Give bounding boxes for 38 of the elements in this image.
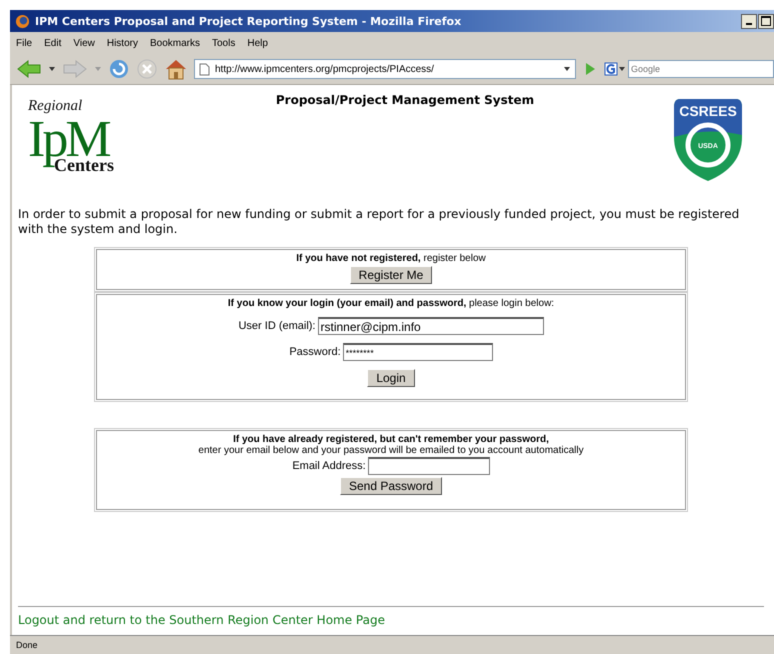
register-button[interactable]: Register Me — [350, 266, 432, 284]
home-icon[interactable] — [164, 58, 188, 80]
menu-item[interactable]: File — [16, 38, 32, 48]
status-text: Done — [16, 640, 38, 650]
dropdown-caret-icon[interactable] — [563, 66, 571, 72]
email-field[interactable]: rstinner@cipm.info — [318, 317, 544, 335]
intro-paragraph: In order to submit a proposal for new funding or submit a report for a previously funded project, you must be registered with the system and login. — [18, 207, 740, 237]
field-label: User ID (email): — [238, 320, 316, 332]
menu-item[interactable]: Edit — [44, 38, 62, 48]
email-field[interactable] — [368, 457, 490, 475]
forgot-title: If you have already registered, but can't remember your password, — [233, 434, 549, 445]
forgot-instructions: enter your email below and your password will be emailed to you account automatically — [198, 445, 584, 456]
field-label: Password: — [289, 346, 341, 358]
stop-icon[interactable] — [136, 58, 158, 80]
minimize-button[interactable] — [741, 14, 757, 28]
search-field[interactable]: Google — [628, 60, 774, 78]
search-engine-icon[interactable] — [604, 62, 626, 76]
globe-icon — [15, 14, 30, 28]
reload-icon[interactable] — [108, 58, 130, 80]
menu-item[interactable]: Tools — [212, 38, 236, 48]
field-label: Email Address: — [292, 460, 366, 472]
login-button[interactable]: Login — [367, 369, 415, 387]
page-icon — [199, 62, 210, 76]
dropdown-caret-icon[interactable] — [48, 66, 56, 72]
logout-link[interactable]: Logout and return to the Southern Region Center Home Page — [18, 613, 385, 627]
password-field[interactable]: ******** — [342, 343, 493, 361]
address-field[interactable]: http://www.ipmcenters.org/pmcprojects/PIAccess/ — [194, 59, 576, 79]
register-instructions: If you have not registered, register below — [296, 253, 486, 264]
login-instructions: If you know your login (your email) and password, please login below: — [228, 298, 554, 309]
send-password-button[interactable]: Send Password — [340, 477, 442, 495]
menu-item[interactable]: Help — [247, 38, 268, 48]
back-arrow-icon[interactable] — [16, 59, 42, 79]
page-heading: Proposal/Project Management System — [274, 93, 536, 107]
menu-item[interactable]: History — [106, 38, 138, 48]
menu-item[interactable]: Bookmarks — [150, 38, 200, 48]
window-title: IPM Centers Proposal and Project Reporting System - Mozilla Firefox — [35, 14, 462, 28]
maximize-button[interactable] — [758, 14, 774, 28]
menu-item[interactable]: View — [73, 38, 95, 48]
